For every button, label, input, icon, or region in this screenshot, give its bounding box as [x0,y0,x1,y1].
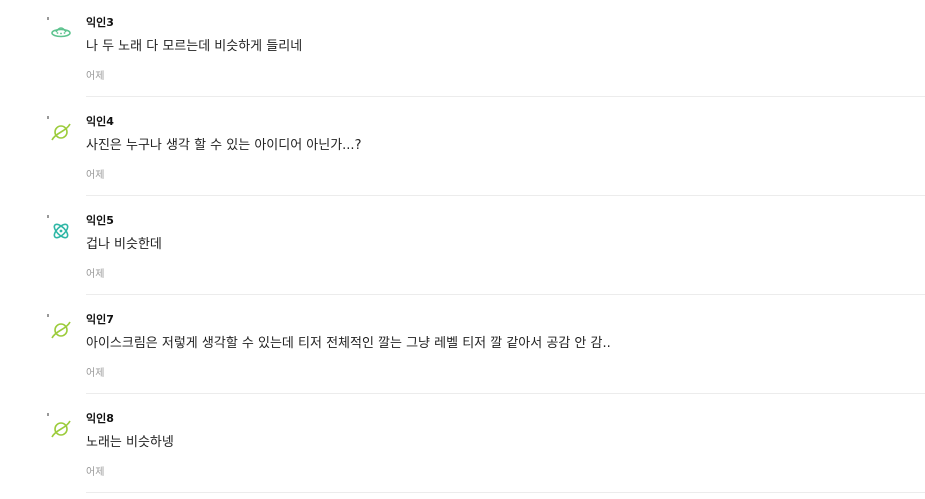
comment-time: 어제 [86,170,105,181]
comment-author: 익인7 [86,313,114,326]
comment-item: 익인8 노래는 비슷하넹 어제 [0,396,925,495]
divider [86,96,925,97]
comment-time: 어제 [86,467,105,478]
avatar[interactable] [46,14,74,44]
comment-author: 익인3 [86,16,114,29]
comment-author: 익인8 [86,412,114,425]
comment-item: 익인5 겁나 비슷한데 어제 [0,198,925,297]
divider [86,294,925,295]
divider [86,492,925,493]
ufo-icon [47,17,71,38]
comment-time: 어제 [86,368,105,379]
comment-text: 겁나 비슷한데 [86,237,162,252]
atom-icon [47,215,69,239]
avatar[interactable] [46,311,74,341]
divider [86,195,925,196]
comment-time: 어제 [86,71,105,82]
avatar[interactable] [46,410,74,440]
comment-author: 익인5 [86,214,114,227]
comment-item: 익인7 아이스크림은 저렇게 생각할 수 있는데 티저 전체적인 깔는 그냥 레… [0,297,925,396]
avatar[interactable] [46,113,74,143]
planet-icon [47,413,71,438]
comment-text: 노래는 비슷하넹 [86,435,174,450]
comment-text: 아이스크림은 저렇게 생각할 수 있는데 티저 전체적인 깔는 그냥 레벨 티저… [86,336,611,351]
planet-icon [47,116,71,141]
comment-text: 나 두 노래 다 모르는데 비슷하게 들리네 [86,39,303,54]
comment-time: 어제 [86,269,105,280]
planet-icon [47,314,71,339]
comment-list: 익인3 나 두 노래 다 모르는데 비슷하게 들리네 어제 익인4 사진은 누구… [0,0,925,495]
comment-item: 익인3 나 두 노래 다 모르는데 비슷하게 들리네 어제 [0,0,925,99]
comment-item: 익인4 사진은 누구나 생각 할 수 있는 아이디어 아닌가...? 어제 [0,99,925,198]
comment-author: 익인4 [86,115,114,128]
divider [86,393,925,394]
avatar[interactable] [46,212,74,242]
comment-text: 사진은 누구나 생각 할 수 있는 아이디어 아닌가...? [86,138,362,153]
